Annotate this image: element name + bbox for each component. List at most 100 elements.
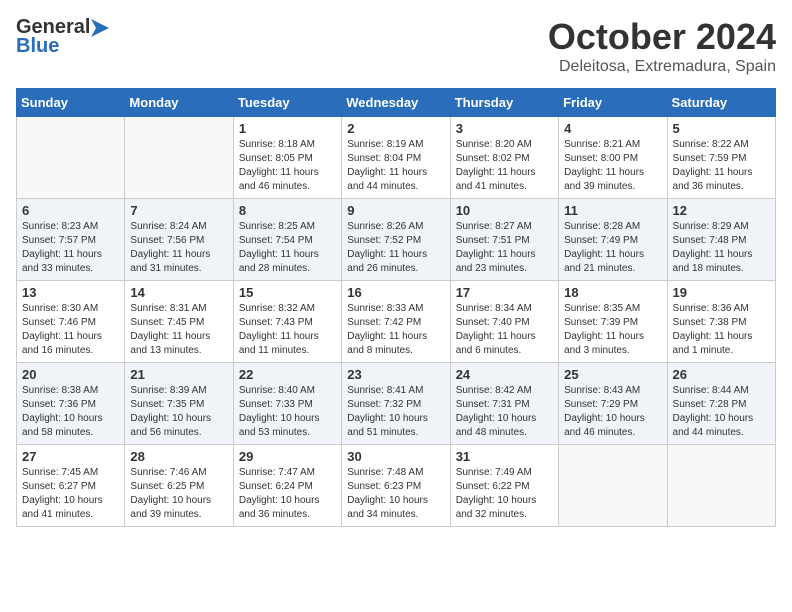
day-number: 1 (239, 121, 336, 136)
day-number: 7 (130, 203, 227, 218)
calendar-week-row: 6Sunrise: 8:23 AMSunset: 7:57 PMDaylight… (17, 199, 776, 281)
day-number: 28 (130, 449, 227, 464)
calendar-header-row: SundayMondayTuesdayWednesdayThursdayFrid… (17, 89, 776, 117)
calendar-week-row: 1 Sunrise: 8:18 AMSunset: 8:05 PMDaylight… (17, 117, 776, 199)
cell-content: Sunrise: 8:36 AMSunset: 7:38 PMDaylight:… (673, 302, 770, 358)
calendar-table: SundayMondayTuesdayWednesdayThursdayFrid… (16, 88, 776, 527)
calendar-header-friday: Friday (559, 89, 667, 117)
day-number: 26 (673, 367, 770, 382)
cell-content: Sunrise: 8:19 AMSunset: 8:04 PMDaylight:… (347, 138, 444, 194)
calendar-cell: 26 Sunrise: 8:44 AMSunset: 7:28 PMDayligh… (667, 363, 775, 445)
calendar-cell (667, 445, 775, 527)
calendar-cell: 15Sunrise: 8:32 AMSunset: 7:43 PMDayligh… (233, 281, 341, 363)
calendar-header-wednesday: Wednesday (342, 89, 450, 117)
calendar-cell: 31 Sunrise: 7:49 AMSunset: 6:22 PMDayligh… (450, 445, 558, 527)
calendar-cell: 24Sunrise: 8:42 AMSunset: 7:31 PMDayligh… (450, 363, 558, 445)
cell-content: Sunrise: 7:48 AMSunset: 6:23 PMDaylight:… (347, 466, 444, 522)
calendar-cell: 27 Sunrise: 7:45 AMSunset: 6:27 PMDayligh… (17, 445, 125, 527)
calendar-week-row: 13 Sunrise: 8:30 AMSunset: 7:46 PMDayligh… (17, 281, 776, 363)
calendar-cell: 18 Sunrise: 8:35 AMSunset: 7:39 PMDayligh… (559, 281, 667, 363)
calendar-header-thursday: Thursday (450, 89, 558, 117)
day-number: 19 (673, 285, 770, 300)
logo-blue: Blue (16, 35, 59, 58)
calendar-week-row: 27 Sunrise: 7:45 AMSunset: 6:27 PMDayligh… (17, 445, 776, 527)
calendar-cell: 22 Sunrise: 8:40 AMSunset: 7:33 PMDayligh… (233, 363, 341, 445)
calendar-cell: 1 Sunrise: 8:18 AMSunset: 8:05 PMDaylight… (233, 117, 341, 199)
cell-content: Sunrise: 8:44 AMSunset: 7:28 PMDaylight:… (673, 384, 770, 440)
cell-content: Sunrise: 8:20 AMSunset: 8:02 PMDaylight:… (456, 138, 553, 194)
calendar-cell: 30 Sunrise: 7:48 AMSunset: 6:23 PMDayligh… (342, 445, 450, 527)
calendar-cell: 19 Sunrise: 8:36 AMSunset: 7:38 PMDayligh… (667, 281, 775, 363)
calendar-cell: 20Sunrise: 8:38 AMSunset: 7:36 PMDayligh… (17, 363, 125, 445)
calendar-header-monday: Monday (125, 89, 233, 117)
calendar-cell: 5Sunrise: 8:22 AMSunset: 7:59 PMDaylight… (667, 117, 775, 199)
calendar-cell: 12 Sunrise: 8:29 AMSunset: 7:48 PMDayligh… (667, 199, 775, 281)
cell-content: Sunrise: 8:28 AMSunset: 7:49 PMDaylight:… (564, 220, 661, 276)
cell-content: Sunrise: 7:45 AMSunset: 6:27 PMDaylight:… (22, 466, 119, 522)
cell-content: Sunrise: 8:32 AMSunset: 7:43 PMDaylight:… (239, 302, 336, 358)
cell-content: Sunrise: 8:33 AMSunset: 7:42 PMDaylight:… (347, 302, 444, 358)
day-number: 8 (239, 203, 336, 218)
day-number: 18 (564, 285, 661, 300)
cell-content: Sunrise: 8:25 AMSunset: 7:54 PMDaylight:… (239, 220, 336, 276)
cell-content: Sunrise: 8:35 AMSunset: 7:39 PMDaylight:… (564, 302, 661, 358)
calendar-cell: 13 Sunrise: 8:30 AMSunset: 7:46 PMDayligh… (17, 281, 125, 363)
cell-content: Sunrise: 8:29 AMSunset: 7:48 PMDaylight:… (673, 220, 770, 276)
day-number: 12 (673, 203, 770, 218)
day-number: 27 (22, 449, 119, 464)
day-number: 3 (456, 121, 553, 136)
logo: General Blue (16, 16, 110, 58)
day-number: 30 (347, 449, 444, 464)
day-number: 17 (456, 285, 553, 300)
calendar-header-saturday: Saturday (667, 89, 775, 117)
day-number: 4 (564, 121, 661, 136)
cell-content: Sunrise: 7:46 AMSunset: 6:25 PMDaylight:… (130, 466, 227, 522)
day-number: 31 (456, 449, 553, 464)
cell-content: Sunrise: 8:40 AMSunset: 7:33 PMDaylight:… (239, 384, 336, 440)
calendar-cell: 10Sunrise: 8:27 AMSunset: 7:51 PMDayligh… (450, 199, 558, 281)
calendar-cell (559, 445, 667, 527)
cell-content: Sunrise: 8:31 AMSunset: 7:45 PMDaylight:… (130, 302, 227, 358)
cell-content: Sunrise: 7:49 AMSunset: 6:22 PMDaylight:… (456, 466, 553, 522)
logo-arrow-icon (91, 19, 109, 37)
calendar-cell: 28 Sunrise: 7:46 AMSunset: 6:25 PMDayligh… (125, 445, 233, 527)
calendar-cell: 14 Sunrise: 8:31 AMSunset: 7:45 PMDayligh… (125, 281, 233, 363)
day-number: 2 (347, 121, 444, 136)
calendar-cell: 17Sunrise: 8:34 AMSunset: 7:40 PMDayligh… (450, 281, 558, 363)
calendar-cell: 11Sunrise: 8:28 AMSunset: 7:49 PMDayligh… (559, 199, 667, 281)
calendar-cell: 8 Sunrise: 8:25 AMSunset: 7:54 PMDaylight… (233, 199, 341, 281)
calendar-cell: 25 Sunrise: 8:43 AMSunset: 7:29 PMDayligh… (559, 363, 667, 445)
calendar-cell: 23Sunrise: 8:41 AMSunset: 7:32 PMDayligh… (342, 363, 450, 445)
cell-content: Sunrise: 8:22 AMSunset: 7:59 PMDaylight:… (673, 138, 770, 194)
cell-content: Sunrise: 8:18 AMSunset: 8:05 PMDaylight:… (239, 138, 336, 194)
cell-content: Sunrise: 8:23 AMSunset: 7:57 PMDaylight:… (22, 220, 119, 276)
calendar-cell: 9Sunrise: 8:26 AMSunset: 7:52 PMDaylight… (342, 199, 450, 281)
day-number: 14 (130, 285, 227, 300)
calendar-cell (125, 117, 233, 199)
calendar-cell: 4 Sunrise: 8:21 AMSunset: 8:00 PMDaylight… (559, 117, 667, 199)
location-title: Deleitosa, Extremadura, Spain (548, 58, 776, 76)
calendar-cell (17, 117, 125, 199)
day-number: 13 (22, 285, 119, 300)
cell-content: Sunrise: 8:42 AMSunset: 7:31 PMDaylight:… (456, 384, 553, 440)
day-number: 21 (130, 367, 227, 382)
title-area: October 2024 Deleitosa, Extremadura, Spa… (548, 16, 776, 76)
calendar-cell: 29Sunrise: 7:47 AMSunset: 6:24 PMDayligh… (233, 445, 341, 527)
month-title: October 2024 (548, 16, 776, 58)
day-number: 10 (456, 203, 553, 218)
day-number: 20 (22, 367, 119, 382)
cell-content: Sunrise: 8:39 AMSunset: 7:35 PMDaylight:… (130, 384, 227, 440)
cell-content: Sunrise: 8:30 AMSunset: 7:46 PMDaylight:… (22, 302, 119, 358)
calendar-cell: 3 Sunrise: 8:20 AMSunset: 8:02 PMDaylight… (450, 117, 558, 199)
cell-content: Sunrise: 8:26 AMSunset: 7:52 PMDaylight:… (347, 220, 444, 276)
cell-content: Sunrise: 8:43 AMSunset: 7:29 PMDaylight:… (564, 384, 661, 440)
cell-content: Sunrise: 8:21 AMSunset: 8:00 PMDaylight:… (564, 138, 661, 194)
day-number: 22 (239, 367, 336, 382)
calendar-cell: 7Sunrise: 8:24 AMSunset: 7:56 PMDaylight… (125, 199, 233, 281)
calendar-cell: 2 Sunrise: 8:19 AMSunset: 8:04 PMDaylight… (342, 117, 450, 199)
day-number: 16 (347, 285, 444, 300)
cell-content: Sunrise: 7:47 AMSunset: 6:24 PMDaylight:… (239, 466, 336, 522)
header: General Blue October 2024 Deleitosa, Ext… (16, 16, 776, 76)
day-number: 25 (564, 367, 661, 382)
calendar-week-row: 20Sunrise: 8:38 AMSunset: 7:36 PMDayligh… (17, 363, 776, 445)
